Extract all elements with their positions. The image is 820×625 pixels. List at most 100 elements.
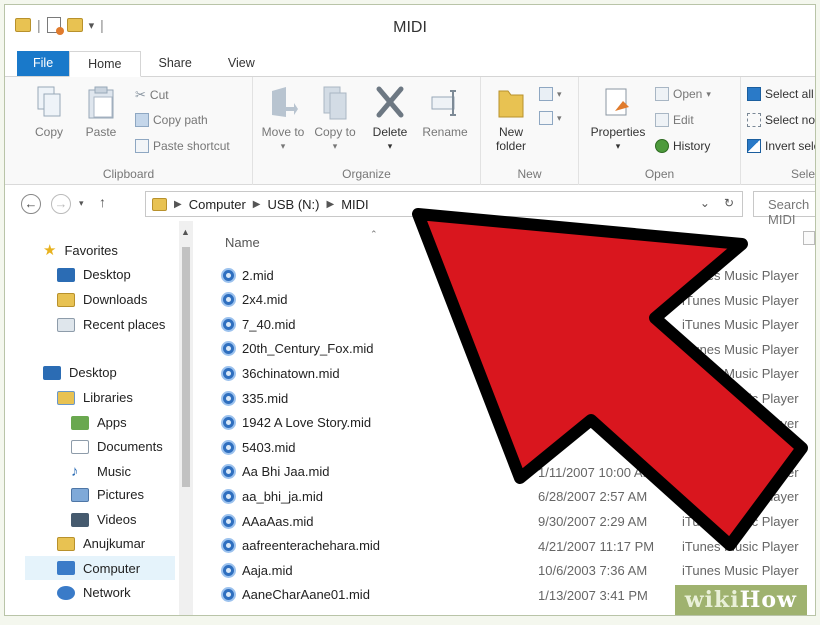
videos-icon: [71, 512, 89, 527]
refresh-icon[interactable]: ↻: [724, 196, 734, 210]
nav-desktop-label: Desktop: [69, 365, 117, 380]
new-item-button[interactable]: ▾: [539, 87, 562, 101]
file-row[interactable]: 2.mid iTunes Music Player: [221, 263, 815, 287]
nav-pane-scrollbar[interactable]: ▲: [179, 221, 193, 615]
breadcrumb-separator-icon[interactable]: ▶: [326, 199, 334, 210]
tab-file[interactable]: File: [17, 51, 70, 76]
file-name-cell: AaneCharAane01.mid: [221, 583, 370, 607]
nav-item-label: Pictures: [97, 487, 144, 502]
nav-item-pictures[interactable]: Pictures: [71, 487, 144, 502]
easy-access-button[interactable]: ▾: [539, 111, 562, 125]
nav-computer[interactable]: Computer: [25, 556, 175, 580]
pictures-icon: [71, 487, 89, 502]
select-none-label: Select none: [765, 113, 816, 127]
breadcrumb-usb[interactable]: USB (N:): [267, 197, 319, 212]
nav-item-apps[interactable]: Apps: [71, 415, 127, 430]
back-button[interactable]: ←: [21, 194, 41, 214]
nav-item-documents[interactable]: Documents: [71, 439, 163, 454]
file-row[interactable]: 335.mid iTunes Music Player: [221, 386, 815, 410]
delete-button[interactable]: Delete ▾: [365, 85, 415, 153]
address-bar[interactable]: ▶ Computer ▶ USB (N:) ▶ MIDI ⌄ ↻: [145, 191, 743, 217]
copy-to-icon: [320, 85, 350, 121]
file-row[interactable]: 20th_Century_Fox.mid iTunes Music Player: [221, 337, 815, 361]
rename-button[interactable]: Rename: [419, 85, 471, 139]
edit-button[interactable]: Edit: [655, 113, 694, 127]
scroll-up-icon[interactable]: ▲: [181, 227, 190, 237]
breadcrumb-separator-icon[interactable]: ▶: [174, 199, 182, 210]
file-row[interactable]: Aaja.mid 10/6/2003 7:36 AM iTunes Music Pl…: [221, 558, 815, 582]
copy-button[interactable]: Copy: [27, 85, 71, 139]
address-history-dropdown-icon[interactable]: ⌄: [700, 196, 710, 210]
file-type: iTunes Music Player: [682, 440, 799, 456]
history-button[interactable]: History: [655, 139, 710, 153]
paste-button[interactable]: Paste: [77, 85, 125, 139]
user-folder-icon: [57, 536, 75, 551]
file-row[interactable]: aafreenterachehara.mid 4/21/2007 11:17 PM…: [221, 534, 815, 558]
file-name-cell: Aa Bhi Jaa.mid: [221, 460, 329, 484]
midi-file-icon: [221, 365, 236, 381]
file-row[interactable]: 1942 A Love Story.mid iTunes Music Player: [221, 411, 815, 435]
address-bar-controls: ⌄ ↻: [700, 196, 734, 210]
nav-network[interactable]: Network: [57, 585, 131, 600]
column-header-name[interactable]: Name: [225, 235, 260, 250]
nav-user[interactable]: Anujkumar: [57, 536, 145, 551]
nav-item-music[interactable]: ♪ Music: [71, 463, 131, 480]
nav-item-desktop-fav[interactable]: Desktop: [57, 267, 131, 282]
nav-item-label: Apps: [97, 415, 127, 430]
recent-locations-button[interactable]: ▾: [79, 198, 84, 209]
midi-file-icon: [221, 390, 236, 406]
forward-button[interactable]: →: [51, 194, 71, 214]
nav-item-videos[interactable]: Videos: [71, 512, 137, 527]
file-row[interactable]: 2x4.mid iTunes Music Player: [221, 288, 815, 312]
select-all-button[interactable]: Select all: [747, 87, 814, 101]
cut-button[interactable]: ✂ Cut: [135, 87, 169, 103]
search-input[interactable]: Search MIDI: [753, 191, 815, 227]
downloads-folder-icon: [57, 292, 75, 307]
file-row[interactable]: AAaAas.mid 9/30/2007 2:29 AM iTunes Music …: [221, 509, 815, 533]
nav-item-recent-places[interactable]: Recent places: [57, 317, 165, 332]
copy-path-button[interactable]: Copy path: [135, 113, 208, 127]
tab-home[interactable]: Home: [69, 51, 141, 77]
file-row[interactable]: 5403.mid iTunes Music Player: [221, 435, 815, 459]
breadcrumb-midi[interactable]: MIDI: [341, 197, 368, 212]
nav-item-label: Music: [97, 464, 131, 479]
file-type: iTunes Music Player: [682, 489, 799, 505]
tab-view[interactable]: View: [210, 51, 273, 76]
rename-icon: [430, 85, 460, 121]
copy-to-button[interactable]: Copy to ▾: [313, 85, 357, 153]
nav-item-downloads[interactable]: Downloads: [57, 292, 147, 307]
properties-button[interactable]: Properties ▾: [585, 85, 651, 153]
copy-to-label: Copy to: [314, 125, 356, 139]
move-to-button[interactable]: Move to ▾: [261, 85, 305, 153]
paste-shortcut-button[interactable]: Paste shortcut: [135, 139, 230, 153]
scrollbar-thumb[interactable]: [182, 247, 190, 487]
select-none-button[interactable]: Select none: [747, 113, 816, 127]
file-name-cell: Aaja.mid: [221, 558, 293, 582]
invert-selection-button[interactable]: Invert selection: [747, 139, 815, 153]
new-folder-button[interactable]: New folder: [489, 85, 533, 153]
open-button[interactable]: Open ▾: [655, 87, 711, 101]
file-row[interactable]: 7_40.mid iTunes Music Player: [221, 312, 815, 336]
invert-selection-label: Invert selection: [765, 139, 815, 153]
nav-libraries[interactable]: Libraries: [57, 390, 133, 405]
file-name-cell: 335.mid: [221, 386, 288, 410]
breadcrumb-separator-icon[interactable]: ▶: [253, 199, 261, 210]
copy-path-icon: [135, 113, 149, 127]
select-group: Select all Select none Invert selection …: [741, 77, 816, 185]
file-row[interactable]: aa_bhi_ja.mid 6/28/2007 2:57 AM iTunes Mus…: [221, 484, 815, 508]
pane-toggle-button[interactable]: [803, 231, 815, 245]
desktop-icon: [57, 267, 75, 282]
title-bar: | ▾ | MIDI: [5, 5, 815, 51]
file-row[interactable]: Aa Bhi Jaa.mid 1/11/2007 10:00 AM iTunes M…: [221, 460, 815, 484]
file-name: Aa Bhi Jaa.mid: [242, 464, 330, 480]
chevron-down-icon: ▾: [332, 141, 338, 151]
rename-label: Rename: [422, 125, 468, 139]
nav-favorites[interactable]: ★ Favorites: [43, 241, 118, 259]
file-row[interactable]: 36chinatown.mid iTunes Music Player: [221, 361, 815, 385]
breadcrumb-computer[interactable]: Computer: [189, 197, 246, 212]
nav-desktop[interactable]: Desktop: [43, 365, 117, 380]
file-date: 9/30/2007 2:29 AM: [538, 514, 648, 529]
file-name-cell: 1942 A Love Story.mid: [221, 411, 371, 435]
up-arrow-icon[interactable]: ↑: [99, 194, 106, 210]
tab-share[interactable]: Share: [141, 51, 210, 76]
